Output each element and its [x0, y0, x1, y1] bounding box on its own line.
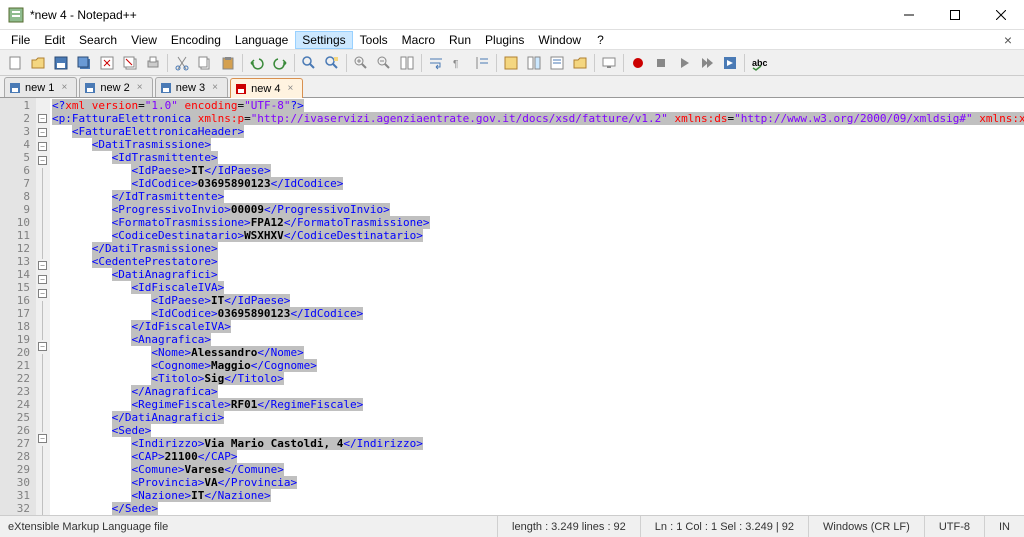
save-icon[interactable] [50, 52, 72, 74]
tab-close-icon[interactable]: × [209, 82, 221, 94]
monitor-icon[interactable] [598, 52, 620, 74]
toolbar: ¶ abc [0, 50, 1024, 76]
macro-play-multi-icon[interactable] [696, 52, 718, 74]
tab-close-icon[interactable]: × [134, 82, 146, 94]
macro-record-icon[interactable] [627, 52, 649, 74]
print-icon[interactable] [142, 52, 164, 74]
menu-search[interactable]: Search [72, 31, 124, 49]
close-button[interactable] [978, 0, 1024, 29]
fold-gutter[interactable]: −−−−−−−−−−− [36, 98, 50, 515]
tab-new-3[interactable]: new 3 × [155, 77, 228, 97]
menu-encoding[interactable]: Encoding [164, 31, 228, 49]
zoom-out-icon[interactable] [373, 52, 395, 74]
tab-label: new 2 [100, 82, 129, 94]
menu-tools[interactable]: Tools [353, 31, 395, 49]
wordwrap-icon[interactable] [425, 52, 447, 74]
sync-scroll-icon[interactable] [396, 52, 418, 74]
macro-stop-icon[interactable] [650, 52, 672, 74]
statusbar: eXtensible Markup Language file length :… [0, 515, 1024, 537]
menu-language[interactable]: Language [228, 31, 295, 49]
menu-window[interactable]: Window [531, 31, 588, 49]
new-file-icon[interactable] [4, 52, 26, 74]
macro-save-icon[interactable] [719, 52, 741, 74]
spellcheck-icon[interactable]: abc [748, 52, 770, 74]
tabbar: new 1 × new 2 × new 3 × new 4 × [0, 76, 1024, 98]
menubar: FileEditSearchViewEncodingLanguageSettin… [0, 30, 1024, 50]
svg-text:¶: ¶ [453, 59, 458, 70]
tab-label: new 4 [251, 83, 280, 95]
redo-icon[interactable] [269, 52, 291, 74]
open-file-icon[interactable] [27, 52, 49, 74]
func-list-icon[interactable] [546, 52, 568, 74]
status-encoding[interactable]: UTF-8 [925, 516, 985, 537]
cut-icon[interactable] [171, 52, 193, 74]
menu-?[interactable]: ? [590, 31, 611, 49]
folder-panel-icon[interactable] [569, 52, 591, 74]
status-mode[interactable]: IN [985, 516, 1024, 537]
find-icon[interactable] [298, 52, 320, 74]
save-all-icon[interactable] [73, 52, 95, 74]
saved-icon [9, 82, 21, 94]
tab-label: new 1 [25, 82, 54, 94]
maximize-button[interactable] [932, 0, 978, 29]
document-close-button[interactable]: × [996, 32, 1020, 48]
tab-new-1[interactable]: new 1 × [4, 77, 77, 97]
window-controls [886, 0, 1024, 29]
line-number-gutter: 1234567891011121314151617181920212223242… [0, 98, 36, 515]
saved-icon [160, 82, 172, 94]
zoom-in-icon[interactable] [350, 52, 372, 74]
status-eol[interactable]: Windows (CR LF) [809, 516, 925, 537]
saved-icon [84, 82, 96, 94]
tab-close-icon[interactable]: × [284, 83, 296, 95]
close-all-icon[interactable] [119, 52, 141, 74]
menu-settings[interactable]: Settings [295, 31, 352, 49]
copy-icon[interactable] [194, 52, 216, 74]
doc-map-icon[interactable] [523, 52, 545, 74]
tab-new-4[interactable]: new 4 × [230, 78, 303, 98]
titlebar: *new 4 - Notepad++ [0, 0, 1024, 30]
paste-icon[interactable] [217, 52, 239, 74]
menu-edit[interactable]: Edit [37, 31, 72, 49]
editor[interactable]: 1234567891011121314151617181920212223242… [0, 98, 1024, 515]
replace-icon[interactable] [321, 52, 343, 74]
status-position: Ln : 1 Col : 1 Sel : 3.249 | 92 [641, 516, 809, 537]
unsaved-icon [235, 83, 247, 95]
menu-view[interactable]: View [124, 31, 164, 49]
tab-close-icon[interactable]: × [58, 82, 70, 94]
tab-new-2[interactable]: new 2 × [79, 77, 152, 97]
status-length: length : 3.249 lines : 92 [498, 516, 641, 537]
window-title: *new 4 - Notepad++ [30, 8, 886, 22]
close-file-icon[interactable] [96, 52, 118, 74]
indent-guide-icon[interactable] [471, 52, 493, 74]
minimize-button[interactable] [886, 0, 932, 29]
macro-play-icon[interactable] [673, 52, 695, 74]
menu-macro[interactable]: Macro [395, 31, 442, 49]
status-filetype: eXtensible Markup Language file [0, 516, 498, 537]
show-chars-icon[interactable]: ¶ [448, 52, 470, 74]
udl-icon[interactable] [500, 52, 522, 74]
code-area[interactable]: <?xml version="1.0" encoding="UTF-8"?><p… [50, 98, 1024, 515]
menu-plugins[interactable]: Plugins [478, 31, 531, 49]
tab-label: new 3 [176, 82, 205, 94]
menu-run[interactable]: Run [442, 31, 478, 49]
app-icon [8, 7, 24, 23]
undo-icon[interactable] [246, 52, 268, 74]
menu-file[interactable]: File [4, 31, 37, 49]
